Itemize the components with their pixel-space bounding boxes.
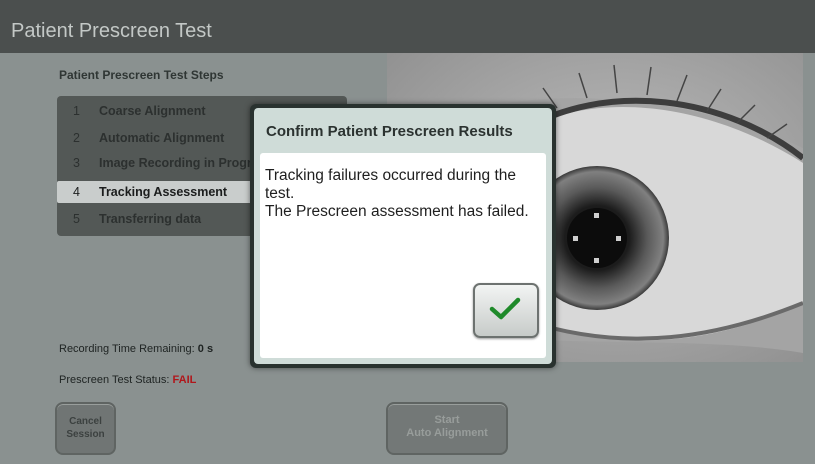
confirm-results-dialog: Confirm Patient Prescreen Results Tracki… [250, 104, 556, 368]
prescreen-window: Patient Prescreen Test Patient Prescreen… [0, 0, 815, 464]
status-label: Prescreen Test Status: [59, 374, 170, 386]
confirm-ok-button[interactable] [473, 283, 539, 338]
title-bar: Patient Prescreen Test [0, 0, 815, 53]
window-title: Patient Prescreen Test [11, 20, 212, 42]
step-label: Automatic Alignment [99, 131, 225, 145]
cancel-session-label: Cancel Session [57, 415, 114, 441]
dialog-title: Confirm Patient Prescreen Results [266, 123, 513, 140]
step-number: 1 [73, 104, 80, 118]
dialog-message: Tracking failures occurred during the te… [265, 167, 529, 220]
start-auto-alignment-label: Start Auto Alignment [388, 414, 506, 440]
step-label: Coarse Alignment [99, 104, 206, 118]
checkmark-icon [489, 297, 521, 320]
dialog-frame: Confirm Patient Prescreen Results Tracki… [254, 108, 552, 364]
cancel-line-2: Session [66, 429, 105, 440]
start-auto-alignment-button[interactable]: Start Auto Alignment [386, 402, 508, 455]
step-number: 4 [73, 185, 80, 199]
dialog-body: Tracking failures occurred during the te… [260, 153, 546, 358]
steps-heading: Patient Prescreen Test Steps [59, 68, 224, 82]
start-line-2: Auto Alignment [406, 427, 488, 439]
recording-value: 0 s [197, 343, 214, 355]
step-number: 2 [73, 131, 80, 145]
step-label: Image Recording in Progress [99, 156, 273, 170]
step-number: 5 [73, 212, 80, 226]
start-line-1: Start [434, 414, 460, 426]
cancel-line-1: Cancel [69, 416, 102, 427]
status-value: FAIL [172, 374, 197, 386]
step-label: Tracking Assessment [99, 185, 228, 199]
step-label: Transferring data [99, 212, 202, 226]
recording-time: Recording Time Remaining: 0 s [59, 343, 213, 355]
recording-label: Recording Time Remaining: [59, 343, 195, 355]
step-number: 3 [73, 156, 80, 170]
cancel-session-button[interactable]: Cancel Session [55, 402, 116, 455]
test-status: Prescreen Test Status: FAIL [59, 374, 196, 386]
